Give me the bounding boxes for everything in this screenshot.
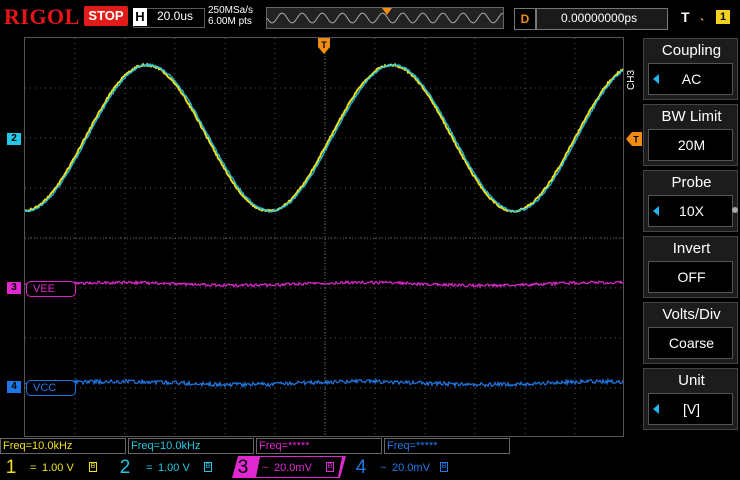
horizontal-badge: H (133, 8, 147, 26)
ch4-coupling: ~ (380, 458, 386, 478)
top-status-bar: RIGOL STOP H 20.0us 250MSa/s 6.00M pts D… (0, 0, 740, 36)
trigger-level-marker-icon[interactable]: T (626, 132, 642, 146)
memory-depth: 6.00M pts (208, 16, 252, 27)
menu-item-title: Invert (644, 240, 739, 257)
menu-item-title: Unit (644, 372, 739, 389)
ch3-scale[interactable]: 20.0mV (274, 458, 312, 478)
menu-value-box: [V] (648, 393, 733, 425)
waveform-display[interactable] (24, 37, 624, 437)
ch2-bw-icon: B (204, 462, 212, 472)
menu-item-title: Volts/Div (644, 306, 739, 323)
run-stop-button[interactable]: STOP (84, 6, 128, 26)
trigger-position-marker-icon[interactable]: T (318, 38, 330, 54)
ch4-trace-label: VCC (26, 380, 76, 396)
ch3-coupling: ~ (262, 458, 268, 478)
menu-item-value: 10X (649, 203, 734, 219)
menu-item-title: BW Limit (644, 108, 739, 125)
menu-invert[interactable]: Invert OFF (643, 236, 738, 298)
menu-bw-limit[interactable]: BW Limit 20M (643, 104, 738, 166)
waveform-overview[interactable] (266, 7, 504, 29)
svg-text:T: T (321, 40, 327, 50)
ch3-offset-marker[interactable]: 3 (7, 282, 21, 294)
ch4-bw-icon: B (440, 462, 448, 472)
menu-item-value: Coarse (649, 335, 734, 351)
delay-value: 0.00000000ps (561, 11, 637, 25)
menu-item-value: OFF (649, 269, 734, 285)
menu-unit[interactable]: Unit [V] (643, 368, 738, 430)
menu-item-title: Probe (644, 174, 739, 191)
ch2-frequency: Freq=10.0kHz (128, 438, 254, 454)
brand-logo: RIGOL (4, 4, 80, 30)
trigger-label: T (681, 9, 690, 25)
svg-text:T: T (633, 135, 639, 145)
menu-volts-div[interactable]: Volts/Div Coarse (643, 302, 738, 364)
ch4-frequency: Freq=***** (384, 438, 510, 454)
menu-value-box: 20M (648, 129, 733, 161)
ch1-coupling: = (30, 458, 36, 478)
menu-coupling[interactable]: Coupling AC (643, 38, 738, 100)
trigger-source-badge[interactable]: 1 (716, 10, 730, 24)
ch4-scale[interactable]: 20.0mV (392, 458, 430, 478)
ch3-bw-icon: B (326, 462, 334, 472)
ch3-trace-label: VEE (26, 281, 76, 297)
menu-item-value: AC (649, 71, 734, 87)
menu-value-box: AC (648, 63, 733, 95)
menu-probe[interactable]: Probe 10X (643, 170, 738, 232)
menu-channel-label: CH3 (626, 65, 640, 95)
ch2-coupling: = (146, 458, 152, 478)
ch2-button[interactable]: 2 (114, 456, 136, 480)
menu-item-title: Coupling (644, 42, 739, 59)
ch2-offset-marker[interactable]: 2 (7, 133, 21, 145)
menu-value-box: 10X (648, 195, 733, 227)
menu-item-value: 20M (649, 137, 734, 153)
menu-page-dot-icon (732, 207, 738, 213)
grid-graticule (25, 38, 624, 437)
ch3-button[interactable]: 3 (232, 456, 254, 480)
ch4-button[interactable]: 4 (350, 456, 372, 480)
ch2-scale[interactable]: 1.00 V (158, 458, 190, 478)
ch1-frequency: Freq=10.0kHz (0, 438, 126, 454)
menu-item-value: [V] (649, 401, 734, 417)
ch1-button[interactable]: 1 (0, 456, 22, 480)
timebase-value: 20.0us (157, 9, 193, 23)
ch4-offset-marker[interactable]: 4 (7, 381, 21, 393)
menu-value-box: Coarse (648, 327, 733, 359)
ch1-scale[interactable]: 1.00 V (42, 458, 74, 478)
rising-edge-icon: ˴ (700, 9, 705, 25)
ch1-bw-icon: B (89, 462, 97, 472)
delay-badge: D (514, 8, 536, 30)
ch3-frequency: Freq=***** (256, 438, 382, 454)
overview-trigger-marker-icon (382, 8, 392, 15)
sample-rate: 250MSa/s (208, 5, 253, 16)
menu-value-box: OFF (648, 261, 733, 293)
